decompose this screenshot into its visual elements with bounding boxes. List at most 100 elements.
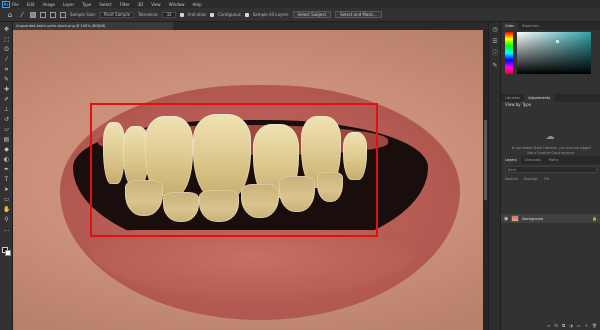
- type-tool-icon[interactable]: T: [3, 176, 10, 183]
- contiguous-label: Contiguous: [218, 12, 241, 17]
- contiguous-checkbox[interactable]: [210, 12, 215, 17]
- sample-all-layers-checkbox[interactable]: [244, 12, 249, 17]
- color-picker-marker[interactable]: [556, 40, 559, 43]
- sample-all-layers-label: Sample All Layers: [252, 12, 289, 17]
- new-adjustment-icon[interactable]: ◑: [569, 323, 573, 328]
- healing-brush-icon[interactable]: ✚: [3, 86, 10, 93]
- menu-3d[interactable]: 3D: [138, 2, 144, 7]
- info-icon[interactable]: ⓘ: [491, 50, 499, 58]
- properties-icon[interactable]: ☰: [491, 38, 499, 46]
- move-tool-icon[interactable]: ✥: [3, 26, 10, 33]
- menu-filter[interactable]: Filter: [120, 2, 130, 7]
- layers-footer: ∞ fx ◘ ◑ ▭ + 🗑: [501, 320, 600, 330]
- menu-window[interactable]: Window: [169, 2, 185, 7]
- color-panel-tabs: Color Swatches: [501, 22, 600, 30]
- magic-wand-tool-icon[interactable]: ⁄: [3, 56, 10, 63]
- zoom-tool-icon[interactable]: ⚲: [3, 216, 10, 223]
- menu-bar: Ps File Edit Image Layer Type Select Fil…: [0, 0, 600, 8]
- blur-tool-icon[interactable]: ◆: [3, 146, 10, 153]
- clone-stamp-icon[interactable]: ⊥: [3, 106, 10, 113]
- gradient-tool-icon[interactable]: ▤: [3, 136, 10, 143]
- right-panels: Color Swatches Libraries Adjustments Vie…: [500, 22, 600, 330]
- menu-help[interactable]: Help: [192, 2, 201, 7]
- tolerance-input[interactable]: 32: [162, 11, 176, 18]
- new-group-icon[interactable]: ▭: [577, 323, 581, 328]
- sample-size-dropdown[interactable]: Point Sample: [99, 11, 135, 18]
- layer-options-row: Normal Opacity: Fill:: [505, 176, 597, 183]
- dodge-tool-icon[interactable]: ◐: [3, 156, 10, 163]
- layer-row-background[interactable]: ◉ Background 🔒: [501, 214, 600, 223]
- intersect-selection-icon[interactable]: [60, 11, 66, 18]
- tolerance-label: Tolerance:: [138, 12, 159, 17]
- sample-size-label: Sample Size:: [70, 12, 96, 17]
- link-layers-icon[interactable]: ∞: [547, 323, 550, 328]
- menu-type[interactable]: Type: [82, 2, 91, 7]
- anti-alias-checkbox[interactable]: [179, 12, 184, 17]
- lock-icon[interactable]: 🔒: [592, 216, 597, 221]
- tab-channels[interactable]: Channels: [521, 156, 545, 164]
- add-to-selection-icon[interactable]: [40, 11, 46, 18]
- blend-mode-dropdown[interactable]: Normal: [505, 176, 518, 183]
- select-and-mask-button[interactable]: Select and Mask...: [335, 11, 382, 18]
- hue-slider[interactable]: [505, 32, 513, 74]
- marquee-tool-icon[interactable]: ⬚: [3, 36, 10, 43]
- options-bar: ⌂ ⁄ Sample Size: Point Sample Tolerance:…: [0, 8, 600, 22]
- document-canvas[interactable]: [13, 30, 483, 330]
- magic-wand-tool-icon[interactable]: ⁄: [18, 11, 26, 19]
- tab-libraries[interactable]: Libraries: [501, 94, 524, 102]
- pen-tool-icon[interactable]: ✒: [3, 166, 10, 173]
- eraser-tool-icon[interactable]: ▱: [3, 126, 10, 133]
- layers-filter-dropdown[interactable]: Kind: [505, 166, 597, 173]
- color-picker-field[interactable]: [517, 32, 591, 74]
- tab-adjustments[interactable]: Adjustments: [524, 94, 555, 102]
- rectangle-tool-icon[interactable]: ▭: [3, 196, 10, 203]
- background-color-swatch[interactable]: [5, 250, 11, 256]
- history-icon[interactable]: ◷: [491, 26, 499, 34]
- libraries-message: To use Adobe Stock Libraries, you must b…: [511, 146, 591, 155]
- add-mask-icon[interactable]: ◘: [562, 323, 565, 328]
- new-layer-icon[interactable]: +: [585, 323, 588, 328]
- visibility-eye-icon[interactable]: ◉: [504, 216, 508, 222]
- menu-view[interactable]: View: [151, 2, 161, 7]
- menu-file[interactable]: File: [12, 2, 19, 7]
- menu-layer[interactable]: Layer: [63, 2, 74, 7]
- lasso-tool-icon[interactable]: ʘ: [3, 46, 10, 53]
- crop-tool-icon[interactable]: ⌗: [3, 66, 10, 73]
- menu-image[interactable]: Image: [42, 2, 55, 7]
- tab-layers[interactable]: Layers: [501, 156, 521, 164]
- tab-color[interactable]: Color: [501, 22, 519, 30]
- tab-swatches[interactable]: Swatches: [518, 22, 543, 30]
- brush-tool-icon[interactable]: ✐: [3, 96, 10, 103]
- select-subject-button[interactable]: Select Subject: [292, 11, 332, 18]
- document-tab[interactable]: Unguarded-teeth-smile-stock.png @ 100% (…: [13, 22, 173, 30]
- photoshop-logo-icon: Ps: [2, 0, 10, 8]
- path-selection-icon[interactable]: ➤: [3, 186, 10, 193]
- scrollbar-thumb[interactable]: [484, 120, 487, 200]
- subtract-from-selection-icon[interactable]: [50, 11, 56, 18]
- cloud-icon: ☁: [545, 132, 555, 142]
- brushes-icon[interactable]: ✎: [491, 62, 499, 70]
- layers-panel-tabs: Layers Channels Paths: [501, 156, 600, 164]
- layer-name: Background: [522, 216, 544, 221]
- more-tools-icon[interactable]: …: [3, 226, 10, 233]
- collapsed-panel-strip: ◷ ☰ ⓘ ✎: [488, 22, 500, 330]
- tools-panel: ✥ ⬚ ʘ ⁄ ⌗ ✎ ✚ ✐ ⊥ ↺ ▱ ▤ ◆ ◐ ✒ T ➤ ▭ ✋ ⚲ …: [0, 22, 13, 330]
- home-icon[interactable]: ⌂: [6, 11, 14, 19]
- delete-layer-icon[interactable]: 🗑: [592, 323, 597, 328]
- fill-label[interactable]: Fill:: [544, 176, 550, 183]
- anti-alias-label: Anti-alias: [187, 12, 207, 17]
- menu-select[interactable]: Select: [99, 2, 111, 7]
- layer-style-icon[interactable]: fx: [554, 323, 558, 328]
- layer-thumbnail: [511, 215, 520, 222]
- libraries-title: View by Type: [505, 102, 532, 107]
- history-brush-icon[interactable]: ↺: [3, 116, 10, 123]
- red-highlight-rectangle: [90, 103, 378, 237]
- document-tab-bar: Unguarded-teeth-smile-stock.png @ 100% (…: [13, 22, 488, 30]
- hand-tool-icon[interactable]: ✋: [3, 206, 10, 213]
- opacity-label[interactable]: Opacity:: [524, 176, 538, 183]
- tab-paths[interactable]: Paths: [545, 156, 563, 164]
- new-selection-icon[interactable]: [30, 11, 36, 18]
- menu-edit[interactable]: Edit: [27, 2, 35, 7]
- eyedropper-tool-icon[interactable]: ✎: [3, 76, 10, 83]
- properties-panel-tabs: Libraries Adjustments: [501, 94, 600, 102]
